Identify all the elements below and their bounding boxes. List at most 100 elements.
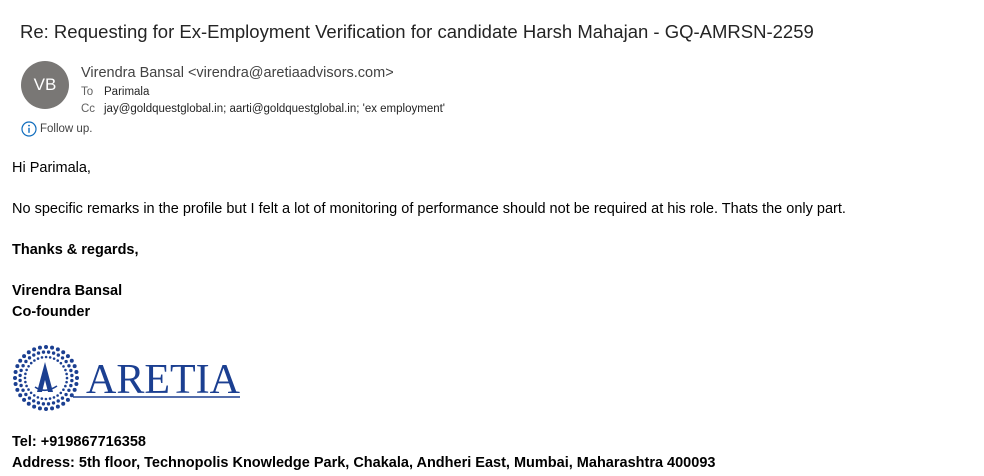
- logo-dot: [26, 350, 31, 355]
- to-recipient[interactable]: Parimala: [104, 86, 149, 98]
- logo-dot: [62, 365, 65, 368]
- logo-dot: [65, 372, 68, 376]
- logo-dot: [41, 350, 46, 354]
- logo-dot: [62, 388, 65, 392]
- logo-dot: [27, 356, 32, 360]
- logo-dot: [72, 387, 77, 392]
- logo-dot: [27, 396, 32, 400]
- follow-up-text: Follow up.: [40, 123, 93, 135]
- logo-dot: [67, 388, 71, 392]
- sender-avatar[interactable]: VB: [21, 61, 69, 109]
- logo-dot: [70, 378, 74, 383]
- logo-dot: [15, 387, 20, 392]
- logo-dot: [60, 356, 65, 360]
- logo-dot: [69, 358, 74, 363]
- logo-dot: [56, 399, 60, 403]
- logo-dot: [52, 357, 56, 360]
- logo-dot: [56, 353, 60, 357]
- logo-dot: [40, 356, 44, 359]
- logo-dot: [24, 359, 28, 364]
- logo-dot: [52, 396, 56, 399]
- logo-dot: [40, 397, 44, 400]
- logo-dot: [46, 402, 51, 406]
- logo-dot: [46, 350, 51, 354]
- logo-dot: [44, 407, 48, 411]
- follow-up-flag[interactable]: Follow up.: [21, 121, 92, 137]
- logo-dot: [44, 355, 48, 359]
- logo-dot: [75, 376, 79, 380]
- logo-dot: [72, 364, 77, 369]
- logo-dot: [25, 384, 28, 388]
- aretia-logo: ARETIA: [13, 345, 241, 411]
- logo-dot: [32, 394, 36, 397]
- to-label: To: [81, 86, 94, 98]
- logo-dot: [21, 364, 25, 368]
- logo-dot: [74, 369, 79, 374]
- logo-dot: [32, 399, 36, 403]
- logo-dot: [61, 401, 66, 406]
- email-subject: Re: Requesting for Ex-Employment Verific…: [20, 21, 814, 42]
- logo-dot: [74, 382, 79, 387]
- logo-dot: [69, 368, 73, 373]
- logo-dot: [19, 368, 23, 373]
- logo-dot: [51, 401, 56, 405]
- logo-dot: [36, 357, 40, 360]
- logo-dot: [60, 396, 65, 400]
- logo-dot: [65, 397, 70, 402]
- message-text: No specific remarks in the profile but I…: [12, 201, 846, 217]
- logo-dot: [64, 392, 68, 397]
- logo-dot: [19, 383, 23, 388]
- logo-dot: [56, 359, 60, 362]
- logo-text: ARETIA: [86, 357, 241, 403]
- logo-dot: [32, 347, 37, 352]
- greeting: Hi Parimala,: [12, 160, 91, 176]
- logo-dot: [41, 402, 46, 406]
- info-icon: [21, 121, 37, 137]
- logo-dot: [13, 376, 17, 380]
- logo-dot: [24, 392, 28, 397]
- logo-dot: [64, 368, 67, 372]
- logo-dot: [25, 368, 28, 372]
- logo-dot: [37, 345, 42, 350]
- cc-recipients[interactable]: jay@goldquestglobal.in; aarti@goldquestg…: [104, 103, 445, 115]
- logo-dot: [36, 396, 40, 399]
- logo-dot: [51, 351, 56, 355]
- logo-dot: [27, 364, 30, 368]
- logo-dot: [44, 345, 48, 349]
- signature-title: Co-founder: [12, 304, 91, 320]
- logo-dot: [44, 397, 48, 401]
- logo-dot: [65, 380, 68, 384]
- logo-dot: [36, 351, 41, 355]
- telephone: Tel: +919867716358: [12, 434, 146, 450]
- logo-dot: [29, 361, 33, 365]
- logo-dot: [50, 345, 55, 350]
- closing: Thanks & regards,: [12, 242, 139, 258]
- to-row: To Parimala: [81, 86, 149, 98]
- logo-dot: [24, 372, 27, 376]
- logo-dot: [32, 404, 37, 409]
- logo-dot: [26, 401, 31, 406]
- cc-label: Cc: [81, 103, 96, 115]
- logo-dot: [33, 359, 36, 362]
- logo-dot: [70, 373, 74, 378]
- logo-dot: [24, 380, 27, 384]
- address: Address: 5th floor, Technopolis Knowledg…: [12, 455, 716, 471]
- logo-dot: [21, 388, 25, 392]
- logo-dot: [13, 382, 18, 387]
- logo-dot: [59, 361, 63, 365]
- signature-name: Virendra Bansal: [12, 283, 123, 299]
- logo-dot: [23, 376, 27, 380]
- logo-dot: [48, 397, 52, 400]
- logo-dot: [37, 406, 42, 411]
- sender-name[interactable]: Virendra Bansal <virendra@aretiaadvisors…: [81, 65, 394, 81]
- logo-dot: [64, 359, 68, 364]
- logo-dot: [61, 350, 66, 355]
- logo-dot: [15, 364, 20, 369]
- logo-dot: [36, 401, 41, 405]
- logo-dot: [69, 383, 73, 388]
- logo-dot: [18, 378, 22, 383]
- logo-dot: [65, 354, 70, 359]
- logo-dot: [29, 391, 33, 395]
- logo-dot: [65, 376, 69, 380]
- logo-dot: [55, 347, 60, 352]
